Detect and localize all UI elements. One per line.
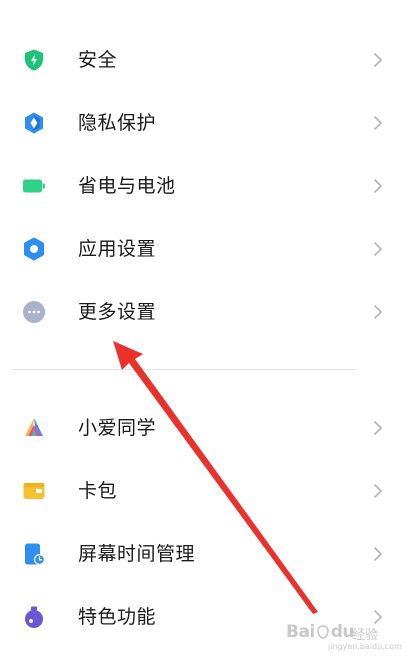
settings-item-battery[interactable]: 省电与电池 xyxy=(0,160,406,212)
more-icon xyxy=(22,300,46,324)
battery-icon xyxy=(22,174,46,198)
watermark-url: jingyan.baidu.com xyxy=(328,642,402,651)
settings-item-security[interactable]: 安全 xyxy=(0,34,406,86)
gear-icon xyxy=(22,237,46,261)
settings-item-more-settings[interactable]: 更多设置 xyxy=(0,286,406,338)
settings-item-label: 安全 xyxy=(78,49,118,71)
xiaoai-icon xyxy=(22,416,46,440)
chevron-right-icon xyxy=(372,483,384,499)
settings-item-label: 更多设置 xyxy=(78,301,157,323)
settings-item-label: 隐私保护 xyxy=(78,112,157,134)
settings-item-label: 省电与电池 xyxy=(78,175,176,197)
settings-item-xiaoai[interactable]: 小爱同学 xyxy=(0,402,406,454)
wallet-icon xyxy=(22,479,46,503)
settings-item-label: 应用设置 xyxy=(78,238,157,260)
chevron-right-icon xyxy=(372,52,384,68)
shield-icon xyxy=(22,48,46,72)
settings-item-screen-time[interactable]: 屏幕时间管理 xyxy=(0,528,406,580)
chevron-right-icon xyxy=(372,304,384,320)
baidu-watermark: Bai du 经验 jingyan.baidu.com xyxy=(286,614,402,654)
settings-item-label: 小爱同学 xyxy=(78,417,157,439)
watermark-brand: Bai du xyxy=(286,622,355,642)
settings-item-card-wallet[interactable]: 卡包 xyxy=(0,465,406,517)
settings-item-label: 特色功能 xyxy=(78,606,157,628)
chevron-right-icon xyxy=(372,546,384,562)
settings-item-label: 卡包 xyxy=(78,480,118,502)
screen-time-icon xyxy=(22,542,46,566)
settings-item-privacy[interactable]: 隐私保护 xyxy=(0,97,406,149)
chevron-right-icon xyxy=(372,178,384,194)
settings-item-app-settings[interactable]: 应用设置 xyxy=(0,223,406,275)
watermark-sub: 经验 xyxy=(352,628,379,643)
settings-screen: 安全 隐私保护 省电与电池 应用设置 更多设置 小爱同学 卡包 屏幕时间管理 特… xyxy=(0,0,406,664)
chevron-right-icon xyxy=(372,420,384,436)
privacy-icon xyxy=(22,111,46,135)
chevron-right-icon xyxy=(372,115,384,131)
section-divider xyxy=(12,369,357,370)
chevron-right-icon xyxy=(372,241,384,257)
special-features-icon xyxy=(22,605,46,629)
settings-item-label: 屏幕时间管理 xyxy=(78,543,196,565)
